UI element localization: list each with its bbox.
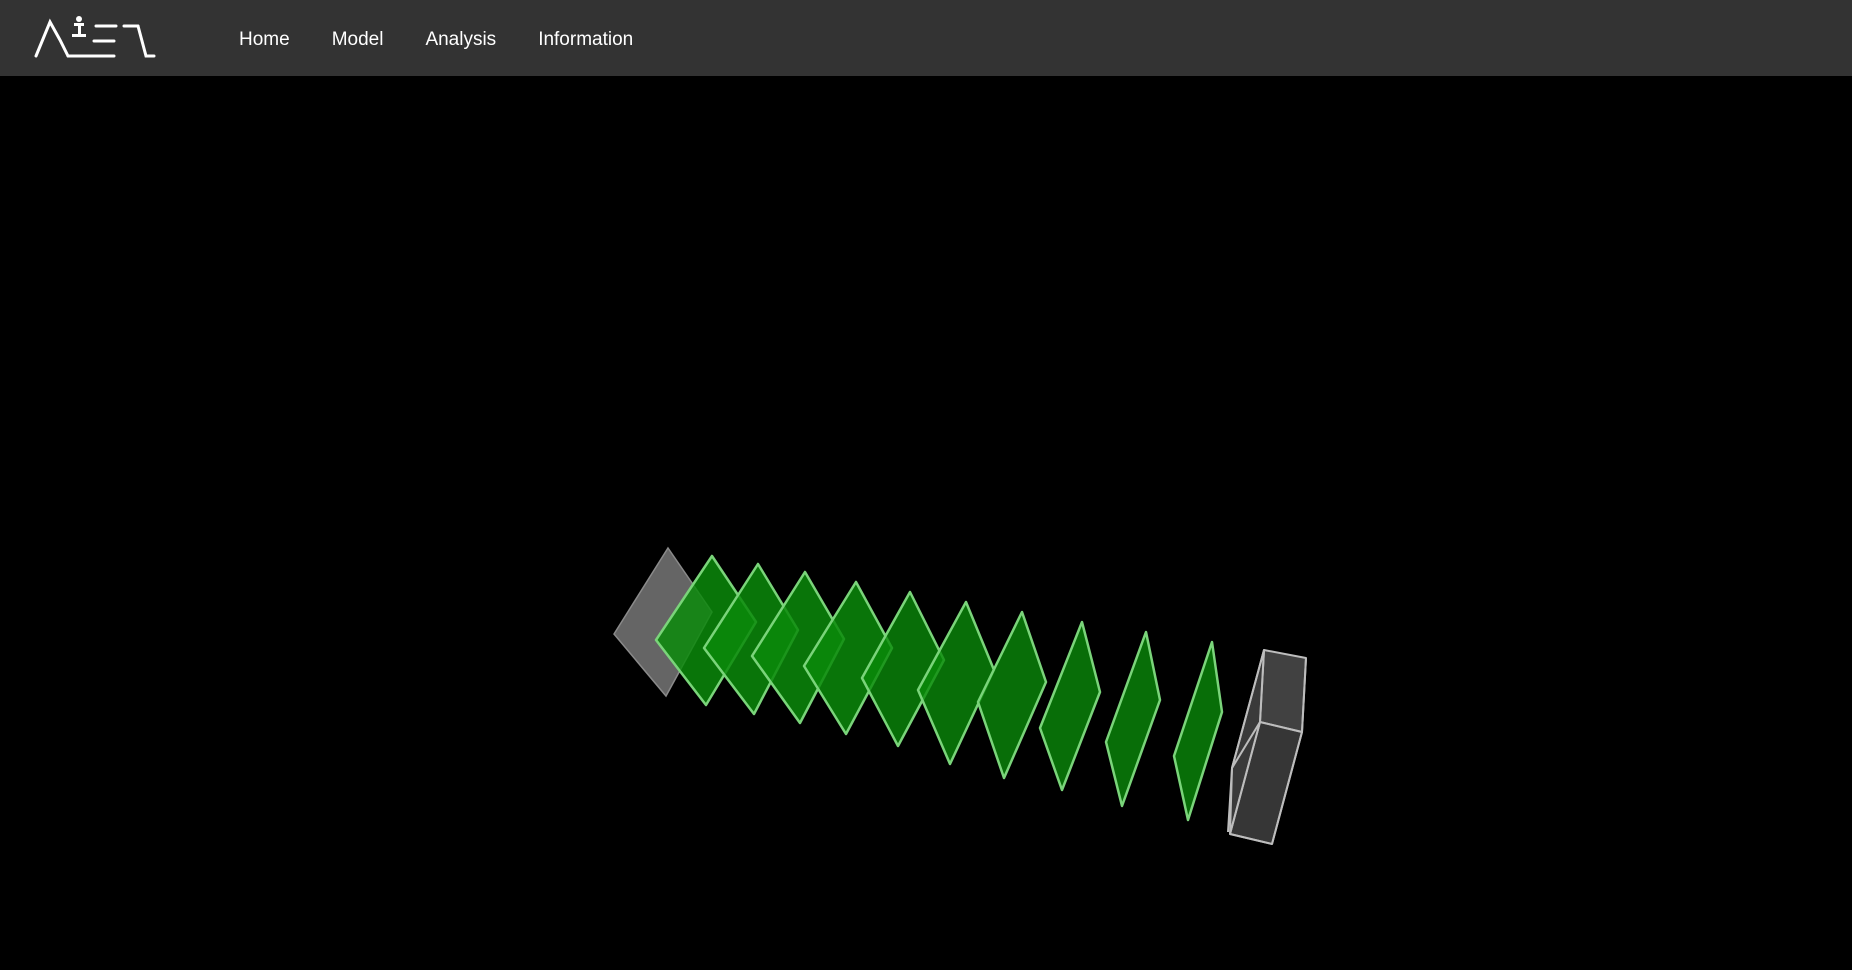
output-layer[interactable] — [1227, 649, 1307, 845]
neal-logo[interactable] — [34, 14, 156, 60]
hidden-layer-7[interactable] — [976, 610, 1048, 780]
hidden-layer-6[interactable] — [916, 600, 996, 766]
nav-information[interactable]: Information — [517, 0, 654, 76]
nav-model[interactable]: Model — [311, 0, 405, 76]
network-layers-visualization[interactable] — [0, 76, 1852, 970]
model-3d-canvas[interactable] — [0, 76, 1852, 970]
hidden-layers-group — [654, 554, 1224, 822]
top-navigation-bar: Home Model Analysis Information — [0, 0, 1852, 76]
nav-home[interactable]: Home — [218, 0, 311, 76]
nav-analysis[interactable]: Analysis — [404, 0, 517, 76]
hidden-layer-9[interactable] — [1104, 630, 1162, 808]
hidden-layer-10[interactable] — [1172, 640, 1224, 822]
hidden-layer-8[interactable] — [1038, 620, 1102, 792]
main-nav: Home Model Analysis Information — [218, 0, 654, 76]
